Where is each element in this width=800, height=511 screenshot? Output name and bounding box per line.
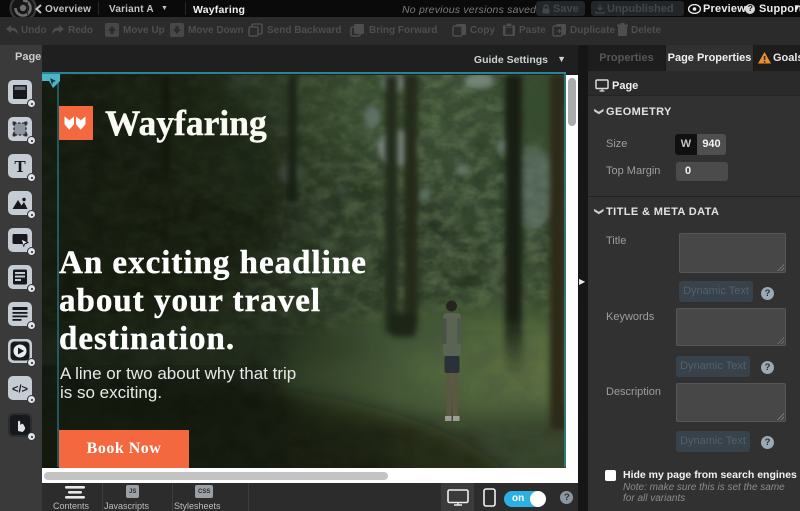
svg-text:</>: </> (12, 384, 28, 396)
svg-text:T: T (14, 157, 26, 176)
